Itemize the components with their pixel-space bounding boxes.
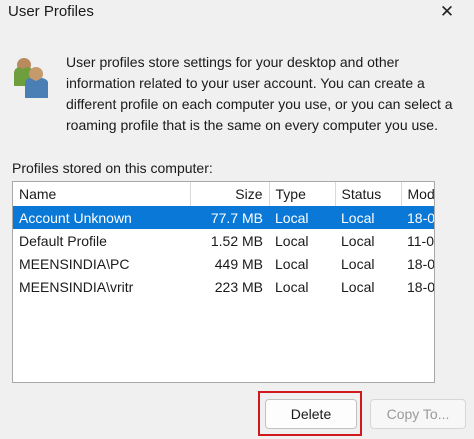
table-row[interactable]: MEENSINDIA\vritr 223 MB Local Local 18-0…	[13, 275, 435, 298]
table-row[interactable]: Account Unknown 77.7 MB Local Local 18-0…	[13, 206, 434, 229]
cell-size: 223 MB	[214, 278, 263, 295]
window-title: User Profiles	[8, 3, 94, 20]
cell-modified: 11-0...	[407, 232, 434, 249]
copy-to-button[interactable]: Copy To...	[370, 399, 466, 429]
cell-type: Local	[275, 278, 309, 295]
delete-button[interactable]: Delete	[265, 399, 357, 429]
cell-modified: 18-0...	[401, 206, 434, 229]
profiles-table: Name Size Type Status Mod... Account Unk…	[13, 182, 435, 298]
cell-type: Local	[275, 255, 309, 272]
close-icon[interactable]: ✕	[434, 0, 460, 24]
column-header-size[interactable]: Size	[190, 182, 270, 206]
cell-name: MEENSINDIA\PC	[19, 255, 130, 272]
table-row[interactable]: Default Profile 1.52 MB Local Local 11-0…	[13, 229, 434, 252]
table-row[interactable]: MEENSINDIA\PC 449 MB Local Local 18-0...	[13, 252, 435, 275]
cell-status: Local	[341, 255, 375, 272]
cell-size: 449 MB	[214, 255, 263, 272]
cell-name: MEENSINDIA\vritr	[19, 278, 134, 295]
cell-status: Local	[341, 232, 375, 249]
column-header-modified[interactable]: Mod...	[401, 182, 434, 206]
column-header-name[interactable]: Name	[13, 182, 191, 206]
description-text: User profiles store settings for your de…	[66, 54, 453, 133]
cell-size: 1.52 MB	[210, 232, 263, 249]
column-header-status[interactable]: Status	[335, 182, 402, 206]
profiles-list[interactable]: Name Size Type Status Mod... Account Unk…	[12, 181, 435, 383]
profiles-label: Profiles stored on this computer:	[12, 160, 213, 176]
users-icon	[14, 58, 48, 98]
cell-status: Local	[335, 206, 401, 229]
cell-name: Account Unknown	[13, 206, 190, 229]
cell-modified: 18-0...	[407, 255, 435, 272]
cell-type: Local	[269, 206, 335, 229]
table-header-row: Name Size Type Status Mod...	[13, 182, 434, 206]
cell-status: Local	[341, 278, 375, 295]
cell-modified: 18-0...	[407, 278, 435, 295]
cell-type: Local	[275, 232, 309, 249]
cell-size: 77.7 MB	[190, 206, 269, 229]
column-header-type[interactable]: Type	[269, 182, 336, 206]
title-bar: User Profiles ✕	[0, 0, 474, 28]
cell-name: Default Profile	[19, 232, 107, 249]
